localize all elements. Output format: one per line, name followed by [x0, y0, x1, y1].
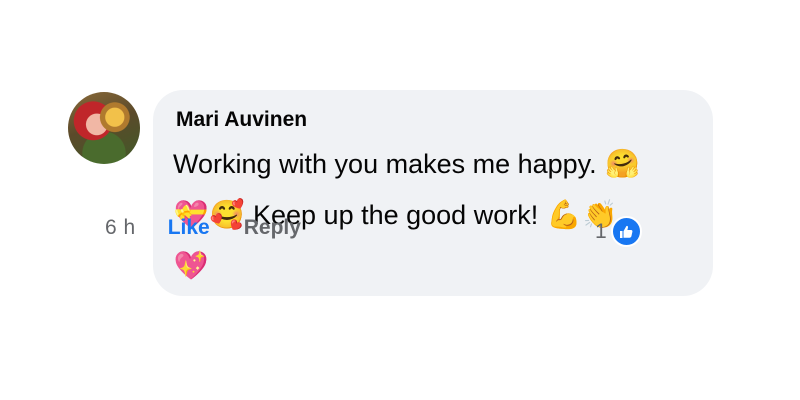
thumbs-up-icon — [610, 216, 642, 247]
comment-actions: 6 h Like Reply — [105, 216, 301, 240]
comment-text-1: Working with you makes me happy. — [173, 148, 597, 179]
reaction-summary[interactable]: 1 — [595, 216, 642, 247]
avatar[interactable] — [68, 92, 140, 164]
like-button[interactable]: Like — [168, 216, 210, 240]
timestamp[interactable]: 6 h — [105, 216, 136, 240]
sparkling-heart-emoji-icon: 💖 — [173, 249, 209, 282]
author-name[interactable]: Mari Auvinen — [176, 108, 307, 132]
hugging-face-emoji-icon: 🤗 — [605, 147, 641, 180]
reply-button[interactable]: Reply — [244, 216, 301, 240]
comment-line-1: Working with you makes me happy. 🤗 — [173, 146, 641, 182]
reaction-count: 1 — [595, 219, 607, 243]
thumbs-up-glyph — [620, 225, 633, 238]
comment-bubble: Mari Auvinen Working with you makes me h… — [153, 90, 713, 296]
comment-line-3: 💖 — [173, 248, 209, 284]
flexed-biceps-emoji-icon: 💪 — [546, 198, 582, 231]
